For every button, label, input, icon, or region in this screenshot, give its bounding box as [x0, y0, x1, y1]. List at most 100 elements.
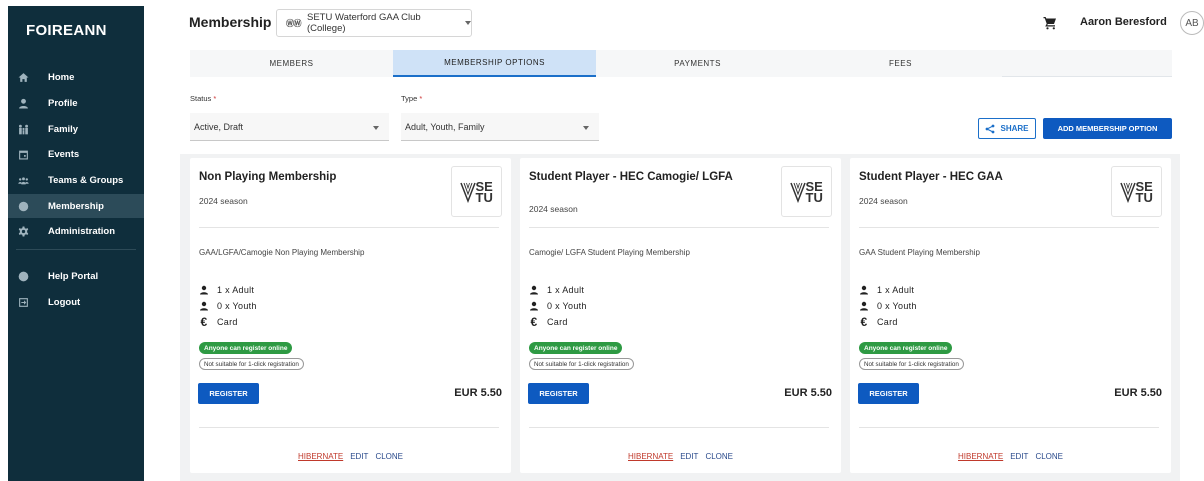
setu-logo: SETU — [781, 166, 832, 217]
card-season: 2024 season — [859, 196, 908, 206]
payment-method-text: Card — [877, 317, 898, 327]
sidebar-item-label: Events — [48, 148, 80, 160]
sidebar-item-help-portal[interactable]: Help Portal — [8, 264, 144, 288]
youth-count: 0 x Youth — [529, 301, 587, 311]
card-description: GAA Student Playing Membership — [859, 248, 980, 257]
card-actions: HIBERNATE EDIT CLONE — [190, 452, 511, 461]
register-button[interactable]: REGISTER — [528, 383, 589, 404]
adult-count-text: 1 x Adult — [547, 285, 585, 295]
person-icon — [529, 301, 539, 311]
registration-badge: Not suitable for 1-click registration — [199, 358, 304, 370]
card-season: 2024 season — [199, 196, 248, 206]
card-actions: HIBERNATE EDIT CLONE — [850, 452, 1171, 461]
club-logo-icon: ⓌⓌ — [286, 18, 302, 28]
sidebar-item-label: Membership — [48, 200, 104, 212]
registration-badge: Not suitable for 1-click registration — [529, 358, 634, 370]
register-button[interactable]: REGISTER — [858, 383, 919, 404]
setu-mark-icon — [789, 182, 806, 203]
payment-method: € Card — [859, 315, 898, 329]
sidebar-item-membership[interactable]: Membership — [8, 194, 144, 218]
top-bar: Membership ⓌⓌ SETU Waterford GAA Club (C… — [144, 6, 1204, 42]
required-mark: * — [213, 94, 217, 103]
hibernate-link[interactable]: HIBERNATE — [628, 452, 673, 461]
person-icon — [859, 285, 869, 295]
card-title: Student Player - HEC GAA — [859, 171, 1003, 183]
adult-count: 1 x Adult — [529, 285, 584, 295]
brand-logo[interactable]: FOIREANN — [26, 22, 107, 39]
setu-logo: SETU — [1111, 166, 1162, 217]
required-mark: * — [419, 94, 423, 103]
tab-fees[interactable]: FEES — [799, 50, 1002, 77]
clone-link[interactable]: CLONE — [705, 452, 733, 461]
sidebar-item-family[interactable]: Family — [8, 117, 144, 141]
register-button[interactable]: REGISTER — [198, 383, 259, 404]
payment-method: € Card — [529, 315, 568, 329]
card-description: GAA/LGFA/Camogie Non Playing Membership — [199, 248, 365, 257]
logo-text: SETU — [805, 178, 823, 205]
share-button[interactable]: SHARE — [978, 118, 1036, 139]
share-icon — [986, 124, 995, 133]
card-divider — [199, 427, 499, 428]
tab-bar: MEMBERS MEMBERSHIP OPTIONS PAYMENTS FEES — [190, 50, 1172, 77]
club-selector[interactable]: ⓌⓌ SETU Waterford GAA Club (College) — [276, 9, 472, 37]
youth-count-text: 0 x Youth — [547, 301, 587, 311]
chevron-down-icon — [373, 126, 379, 130]
type-select[interactable]: Adult, Youth, Family — [401, 113, 599, 141]
card-title: Student Player - HEC Camogie/ LGFA — [529, 171, 733, 183]
sidebar-item-events[interactable]: Events — [8, 142, 144, 166]
clone-link[interactable]: CLONE — [1035, 452, 1063, 461]
card-divider — [859, 227, 1159, 228]
price: EUR 5.50 — [454, 387, 502, 399]
avatar[interactable]: AB — [1180, 11, 1204, 35]
tab-membership-options[interactable]: MEMBERSHIP OPTIONS — [393, 50, 596, 77]
payment-method: € Card — [199, 315, 238, 329]
card-season: 2024 season — [529, 204, 578, 214]
help-icon — [17, 270, 29, 282]
home-icon — [17, 71, 29, 83]
edit-link[interactable]: EDIT — [1010, 452, 1028, 461]
type-label-text: Type — [401, 94, 418, 103]
cart-icon[interactable] — [1043, 16, 1057, 30]
status-badge: Anyone can register online — [199, 342, 293, 354]
status-label-text: Status — [190, 94, 212, 103]
card-description: Camogie/ LGFA Student Playing Membership — [529, 248, 690, 257]
sidebar-item-profile[interactable]: Profile — [8, 91, 144, 115]
person-icon — [17, 97, 29, 109]
status-select[interactable]: Active, Draft — [190, 113, 389, 141]
sidebar-item-label: Teams & Groups — [48, 174, 124, 186]
family-icon — [17, 123, 29, 135]
edit-link[interactable]: EDIT — [680, 452, 698, 461]
euro-icon: € — [200, 315, 208, 329]
status-badge: Anyone can register online — [529, 342, 623, 354]
hibernate-link[interactable]: HIBERNATE — [958, 452, 1003, 461]
sidebar-item-label: Home — [48, 71, 75, 83]
sidebar-item-home[interactable]: Home — [8, 65, 144, 89]
sidebar-item-label: Logout — [48, 296, 81, 308]
sidebar-item-teams-groups[interactable]: Teams & Groups — [8, 168, 144, 192]
gear-icon — [17, 225, 29, 237]
clone-link[interactable]: CLONE — [375, 452, 403, 461]
type-select-value: Adult, Youth, Family — [405, 121, 485, 132]
price: EUR 5.50 — [1114, 387, 1162, 399]
sidebar-item-label: Family — [48, 123, 79, 135]
card-divider — [529, 227, 829, 228]
sidebar-divider — [16, 249, 136, 250]
sidebar-item-administration[interactable]: Administration — [8, 219, 144, 243]
adult-count: 1 x Adult — [859, 285, 914, 295]
sidebar-item-logout[interactable]: Logout — [8, 290, 144, 314]
sidebar: FOIREANN Home Profile Family Events Team… — [8, 6, 144, 481]
registration-badge: Not suitable for 1-click registration — [859, 358, 964, 370]
user-name[interactable]: Aaron Beresford — [1080, 16, 1167, 28]
edit-link[interactable]: EDIT — [350, 452, 368, 461]
setu-mark-icon — [459, 182, 476, 203]
add-membership-option-button[interactable]: ADD MEMBERSHIP OPTION — [1043, 118, 1172, 139]
tab-members[interactable]: MEMBERS — [190, 50, 393, 77]
membership-card: Non Playing Membership 2024 season SETU … — [190, 158, 511, 473]
tab-payments[interactable]: PAYMENTS — [596, 50, 799, 77]
tab-bar-filler — [1002, 50, 1172, 76]
card-title: Non Playing Membership — [199, 171, 337, 183]
hibernate-link[interactable]: HIBERNATE — [298, 452, 343, 461]
setu-mark-icon — [1119, 182, 1136, 203]
sidebar-item-label: Profile — [48, 97, 78, 109]
euro-icon: € — [530, 315, 538, 329]
